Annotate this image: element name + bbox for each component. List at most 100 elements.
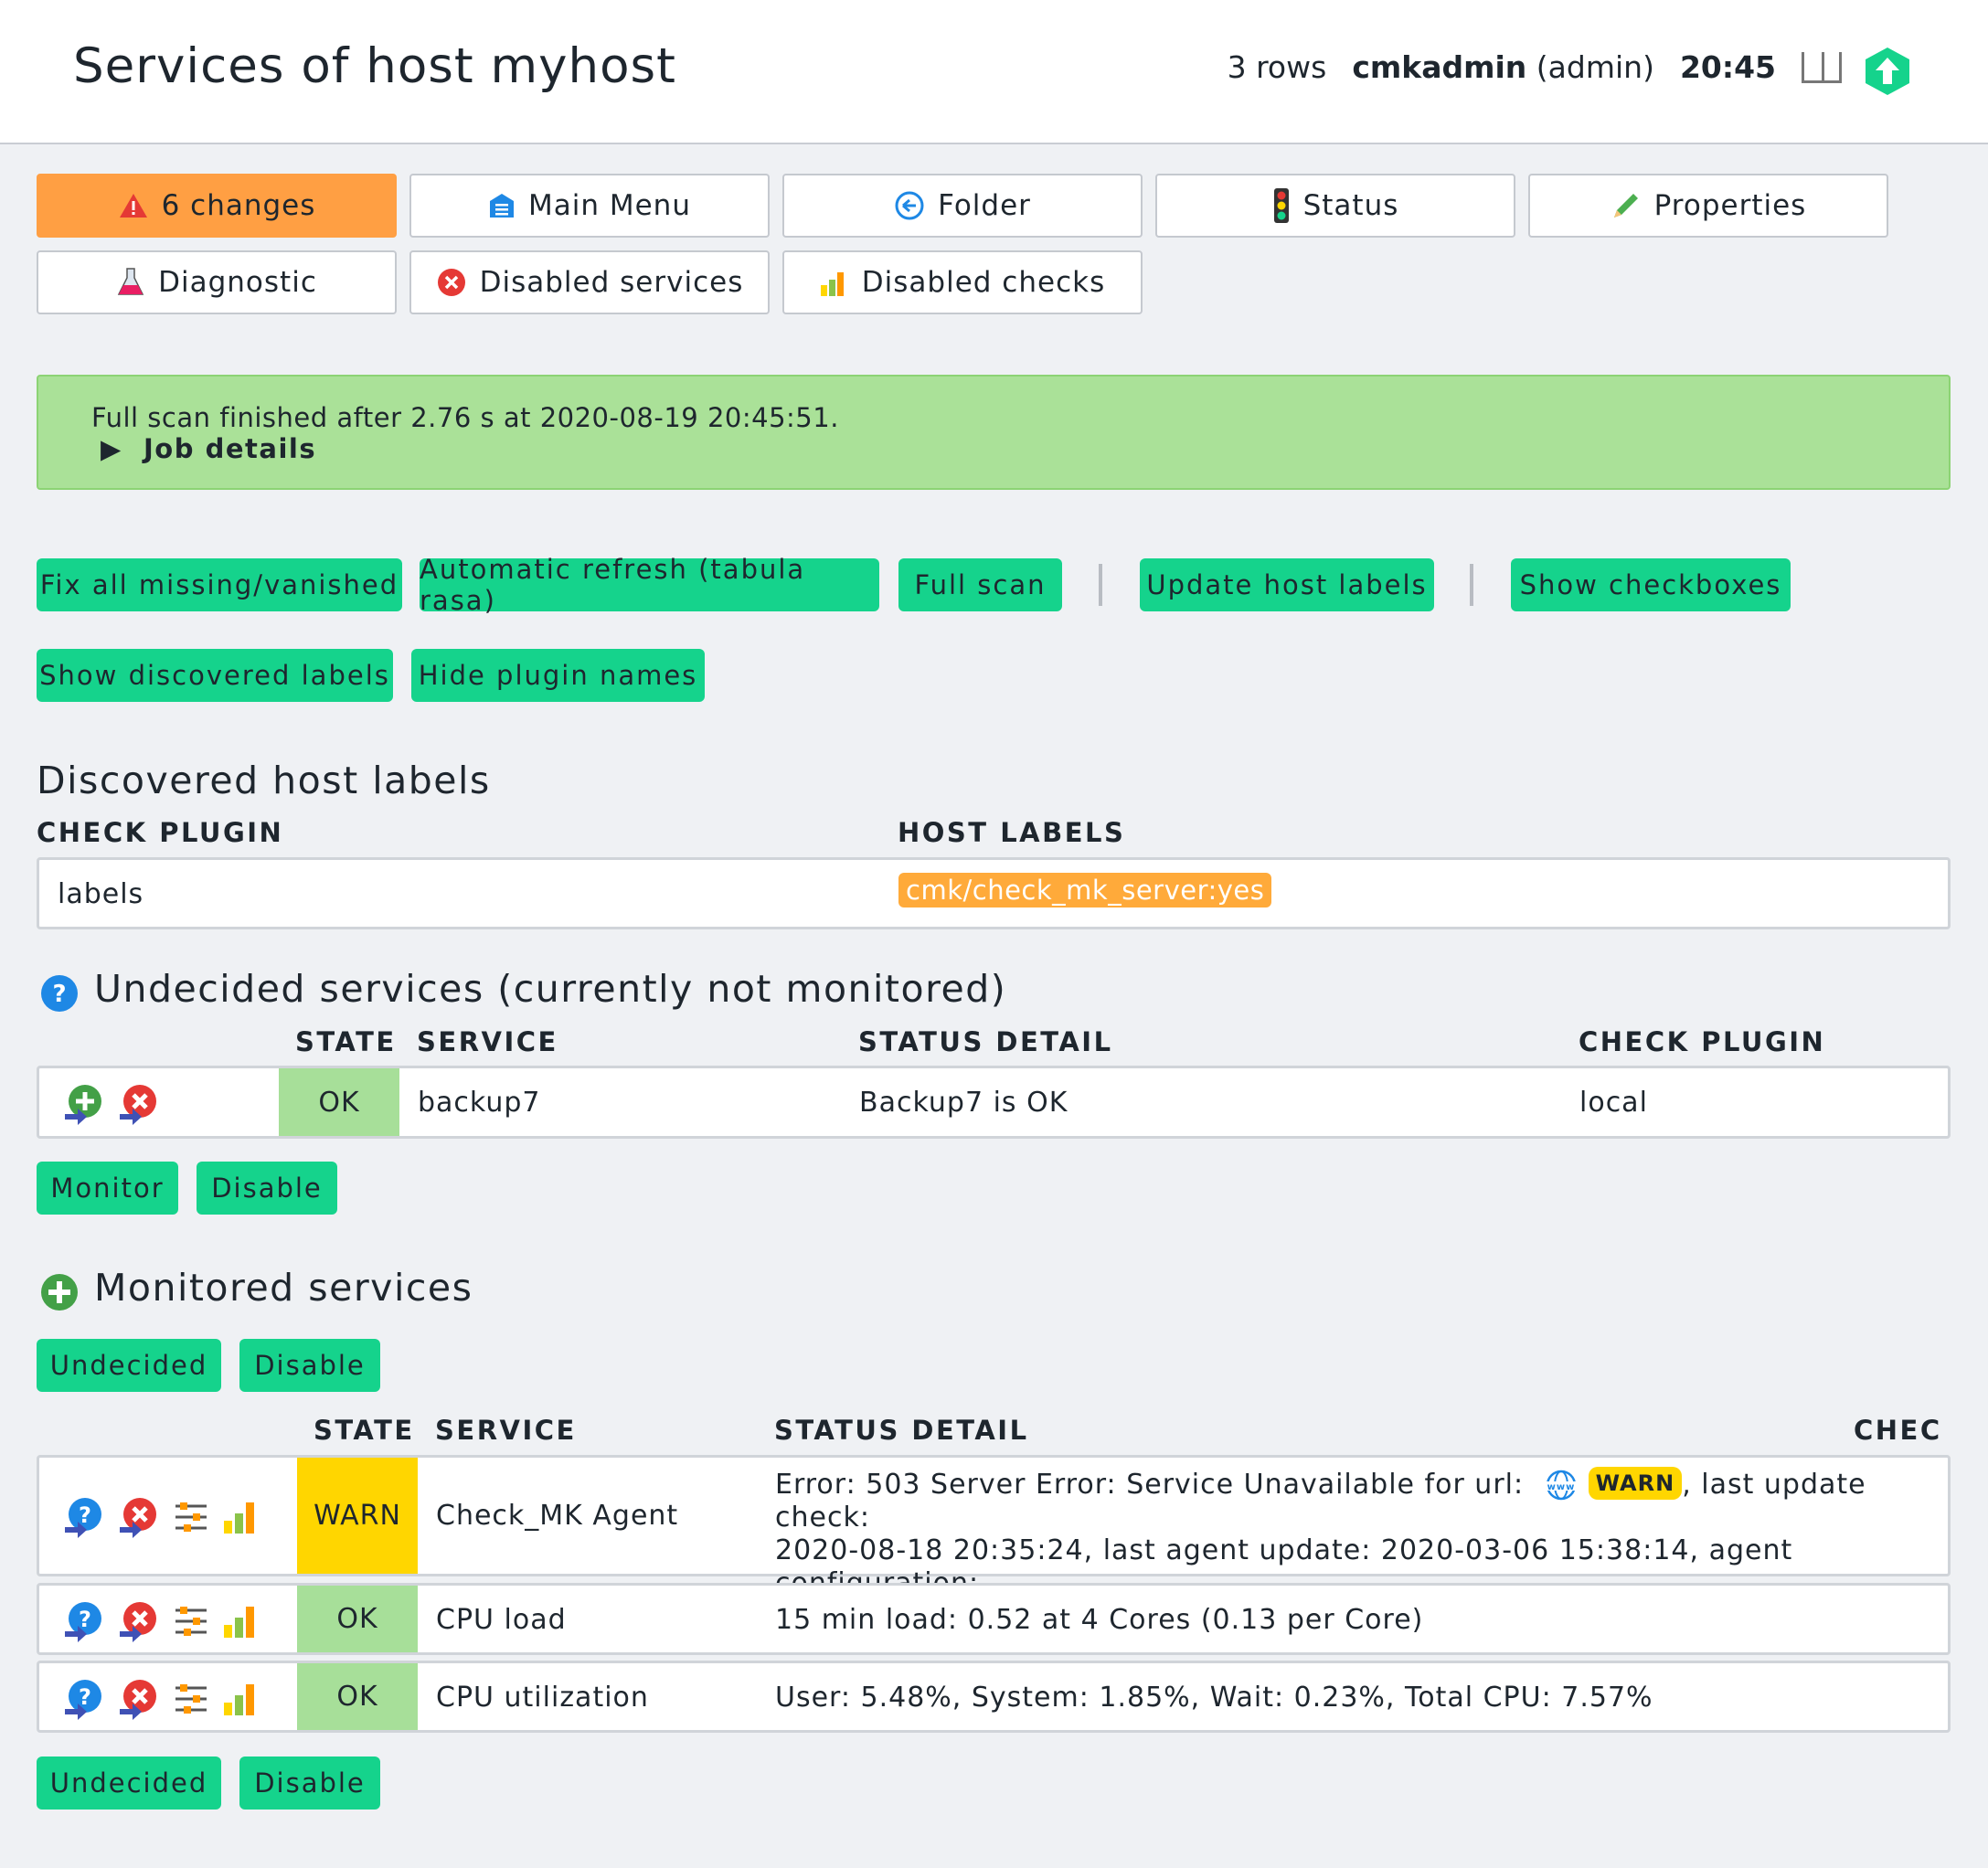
status-detail-line: Error: 503 Server Error: Service Unavail… (775, 1467, 1936, 1534)
back-arrow-icon (895, 191, 924, 220)
disable-service-icon[interactable] (118, 1678, 160, 1720)
monitored-heading: Monitored services (94, 1266, 473, 1310)
properties-button[interactable]: Properties (1528, 174, 1888, 238)
service-name: CPU load (436, 1604, 567, 1636)
warning-icon (119, 194, 147, 218)
warn-badge: WARN (1588, 1467, 1683, 1500)
success-message: Full scan finished after 2.76 s at 2020-… (37, 375, 1951, 490)
disabled-checks-label: Disabled checks (861, 266, 1106, 299)
triangle-right-icon: ▶ (101, 433, 122, 464)
monitor-button[interactable]: Monitor (37, 1162, 178, 1215)
user-role: (admin) (1536, 49, 1654, 85)
folder-label: Folder (938, 189, 1031, 222)
rule-parameters-icon[interactable] (173, 1499, 209, 1535)
full-scan-button[interactable]: Full scan (898, 558, 1062, 611)
check-parameters-icon[interactable] (222, 1603, 259, 1640)
svg-text:?: ? (79, 1684, 91, 1710)
disable-button[interactable]: Disable (197, 1162, 337, 1215)
undecided-button[interactable]: Undecided (37, 1757, 221, 1810)
undecided-service-row: OK backup7 Backup7 is OK local (37, 1066, 1951, 1139)
undecided-service-icon[interactable]: ? (63, 1678, 105, 1720)
state-badge: OK (279, 1068, 399, 1136)
user-name: cmkadmin (1352, 49, 1527, 85)
message-text: Full scan finished after 2.76 s at 2020-… (91, 402, 839, 433)
user-info: cmkadmin (admin) (1352, 49, 1654, 85)
svg-text:?: ? (52, 981, 66, 1008)
traffic-light-icon (1273, 188, 1289, 223)
check-plugin: local (1579, 1087, 1648, 1119)
disabled-checks-button[interactable]: Disabled checks (782, 250, 1143, 314)
svg-text:?: ? (79, 1502, 91, 1528)
host-label-row: labels cmk/check_mk_server:yes (37, 857, 1951, 929)
plus-icon (41, 1274, 78, 1311)
main-menu-label: Main Menu (528, 189, 691, 222)
main-menu-icon (490, 194, 514, 218)
check-parameters-icon[interactable] (222, 1499, 259, 1535)
folder-button[interactable]: Folder (782, 174, 1143, 238)
page-title: Services of host myhost (73, 38, 676, 94)
disabled-services-label: Disabled services (479, 266, 744, 299)
update-host-labels-button[interactable]: Update host labels (1140, 558, 1434, 611)
status-label: Status (1302, 189, 1399, 222)
rule-parameters-icon[interactable] (173, 1603, 209, 1640)
service-name: CPU utilization (436, 1682, 649, 1714)
col-check-plugin: CHECK PLUGIN (37, 817, 284, 848)
disable-button[interactable]: Disable (239, 1339, 380, 1392)
main-menu-button[interactable]: Main Menu (409, 174, 770, 238)
globe-www-icon[interactable]: www (1541, 1470, 1581, 1501)
col-host-labels: HOST LABELS (898, 817, 1126, 848)
row-count: 3 rows (1227, 49, 1327, 85)
title-bar: Services of host myhost 3 rows cmkadmin … (0, 0, 1988, 144)
disable-service-icon[interactable] (118, 1496, 160, 1538)
undecided-heading: Undecided services (currently not monito… (94, 967, 1007, 1011)
monitor-service-icon[interactable] (63, 1083, 105, 1125)
help-book-icon[interactable] (1802, 51, 1842, 83)
disabled-cross-icon (437, 269, 465, 296)
show-discovered-labels-button[interactable]: Show discovered labels (37, 649, 393, 702)
show-checkboxes-button[interactable]: Show checkboxes (1511, 558, 1791, 611)
col-state: STATE (295, 1026, 397, 1057)
col-state: STATE (314, 1415, 415, 1446)
col-status-detail: STATUS DETAIL (858, 1026, 1113, 1057)
diagnostic-label: Diagnostic (158, 266, 317, 299)
diagnostic-button[interactable]: Diagnostic (37, 250, 397, 314)
status-detail: Backup7 is OK (859, 1087, 1068, 1119)
properties-label: Properties (1653, 189, 1807, 222)
question-icon: ? (41, 975, 78, 1012)
disable-service-icon[interactable] (118, 1600, 160, 1642)
fix-all-button[interactable]: Fix all missing/vanished (37, 558, 402, 611)
status-detail: 15 min load: 0.52 at 4 Cores (0.13 per C… (775, 1604, 1424, 1636)
col-check-plugin: CHEC (1854, 1415, 1942, 1446)
status-button[interactable]: Status (1155, 174, 1515, 238)
host-label-tag[interactable]: cmk/check_mk_server:yes (898, 873, 1272, 907)
changes-button[interactable]: 6 changes (37, 174, 397, 238)
disable-button[interactable]: Disable (239, 1757, 380, 1810)
rule-parameters-icon[interactable] (173, 1681, 209, 1717)
row-actions (63, 1083, 160, 1125)
state-badge: WARN (297, 1458, 418, 1574)
header-info: 3 rows cmkadmin (admin) 20:45 (1228, 49, 1842, 85)
svg-text:?: ? (79, 1607, 91, 1632)
separator (1099, 564, 1102, 606)
status-detail: User: 5.48%, System: 1.85%, Wait: 0.23%,… (775, 1682, 1653, 1714)
job-details-toggle[interactable]: ▶ Job details (101, 433, 316, 464)
changes-label: 6 changes (161, 189, 316, 222)
disabled-services-button[interactable]: Disabled services (409, 250, 770, 314)
automatic-refresh-button[interactable]: Automatic refresh (tabula rasa) (420, 554, 879, 616)
col-service: SERVICE (435, 1415, 577, 1446)
check-parameters-icon[interactable] (222, 1681, 259, 1717)
undecided-service-icon[interactable]: ? (63, 1496, 105, 1538)
row-actions: ? (63, 1600, 259, 1642)
state-badge: OK (297, 1663, 418, 1730)
checkmk-logo-icon[interactable] (1862, 46, 1913, 97)
hide-plugin-names-button[interactable]: Hide plugin names (411, 649, 705, 702)
bar-chart-icon (820, 272, 844, 296)
undecided-button[interactable]: Undecided (37, 1339, 221, 1392)
monitored-service-row: ? OK CPU utilization User: 5.48%, System… (37, 1661, 1951, 1733)
col-status-detail: STATUS DETAIL (774, 1415, 1029, 1446)
undecided-service-icon[interactable]: ? (63, 1600, 105, 1642)
host-labels-heading: Discovered host labels (37, 759, 491, 802)
col-check-plugin: CHECK PLUGIN (1579, 1026, 1826, 1057)
pencil-icon (1613, 194, 1638, 218)
disable-service-icon[interactable] (118, 1083, 160, 1125)
